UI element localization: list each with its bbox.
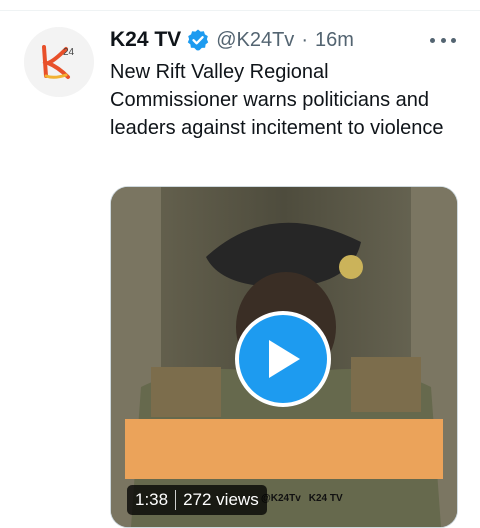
lower-third-banner (125, 419, 443, 479)
broadcast-social-strip: @K24Tv K24 TV (261, 485, 451, 511)
verified-badge-icon (186, 28, 210, 52)
avatar[interactable]: 24 (24, 27, 94, 97)
play-icon (269, 340, 300, 378)
video-player[interactable]: @K24Tv K24 TV 1:38 272 views (110, 186, 458, 528)
tweet-text: New Rift Valley Regional Commissioner wa… (110, 61, 444, 139)
author-name[interactable]: K24 TV (110, 28, 181, 52)
top-divider (0, 0, 480, 11)
tweet-header: K24 TV @K24Tv · 16m (110, 26, 354, 54)
view-count: 272 views (183, 490, 259, 509)
header-separator: · (301, 28, 308, 51)
more-options-icon[interactable] (430, 28, 456, 52)
play-button[interactable] (235, 311, 331, 407)
video-info-badge: 1:38 272 views (127, 485, 267, 515)
k24-logo-icon: 24 (24, 27, 94, 97)
twitter-overlay-handle: @K24Tv (261, 492, 301, 504)
badge-divider (175, 490, 177, 510)
video-duration: 1:38 (135, 490, 169, 509)
author-handle[interactable]: @K24Tv (216, 29, 294, 52)
youtube-overlay-channel: K24 TV (308, 492, 343, 504)
logo-sub-text: 24 (63, 47, 75, 58)
tweet-time[interactable]: 16m (315, 29, 354, 52)
